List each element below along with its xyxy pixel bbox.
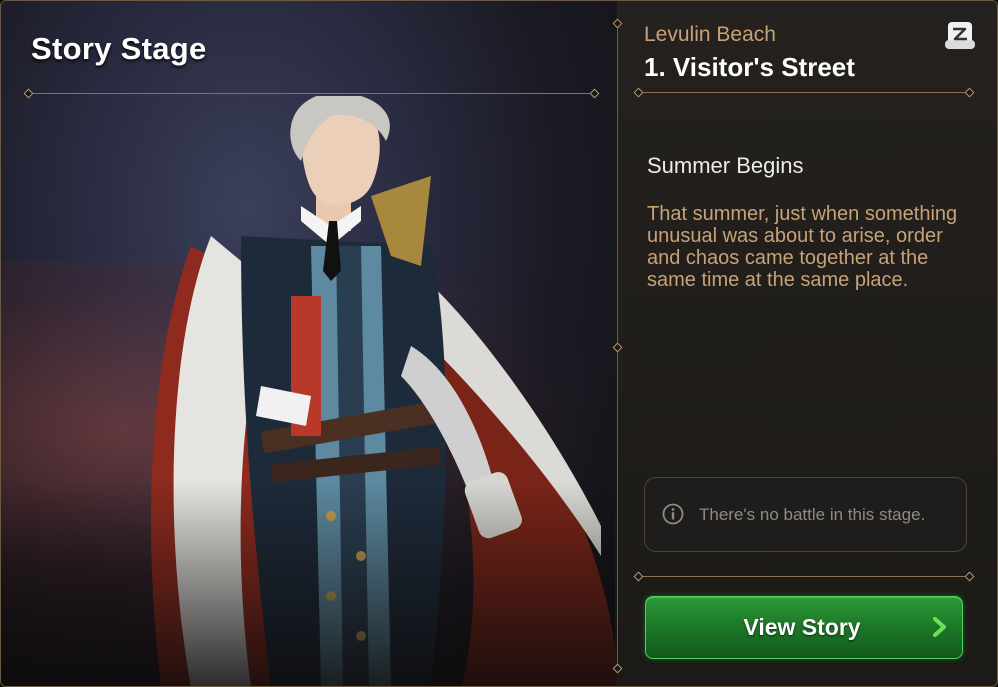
story-stage-window: Story Stage Levulin Beach 1. Visitor's S… xyxy=(0,0,998,687)
stage-region: Levulin Beach xyxy=(644,23,776,46)
divider-ornament-left xyxy=(23,88,34,99)
stage-info-panel xyxy=(617,1,997,686)
episode-title: Summer Begins xyxy=(647,153,804,178)
view-story-label: View Story xyxy=(743,614,861,640)
page-title: Story Stage xyxy=(31,31,207,66)
title-divider xyxy=(28,93,595,94)
view-story-button[interactable]: View Story xyxy=(645,596,963,659)
stage-name: 1. Visitor's Street xyxy=(644,52,855,82)
character-art-panel: Story Stage xyxy=(1,1,615,686)
footer-divider xyxy=(638,576,970,577)
info-icon xyxy=(662,503,684,525)
no-battle-notice: There's no battle in this stage. xyxy=(644,477,967,552)
header-divider xyxy=(638,92,970,93)
notice-text: There's no battle in this stage. xyxy=(699,505,926,524)
scroll-icon[interactable] xyxy=(943,18,979,52)
chevron-right-icon xyxy=(933,617,946,637)
art-bottom-fade xyxy=(1,481,615,686)
episode-description: That summer, just when something unusual… xyxy=(647,203,958,291)
